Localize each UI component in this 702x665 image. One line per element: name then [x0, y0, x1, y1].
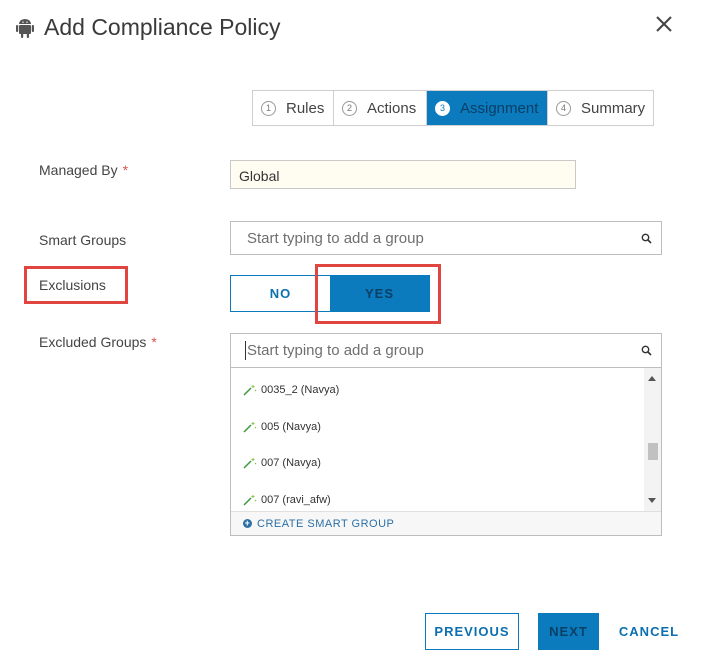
- list-item[interactable]: 005 (Navya): [243, 421, 321, 433]
- group-results-dropdown: 0035_2 (Navya) 005 (Navya) 007 (Navya) 0…: [230, 368, 662, 536]
- smart-groups-search-input[interactable]: Start typing to add a group: [230, 221, 662, 255]
- required-marker: *: [151, 334, 157, 350]
- managed-by-label-text: Managed By: [39, 162, 118, 178]
- scroll-down-arrow-icon[interactable]: [648, 498, 656, 503]
- plus-circle-icon: +: [243, 518, 252, 528]
- smart-groups-placeholder: Start typing to add a group: [247, 230, 424, 247]
- step-summary[interactable]: 4 Summary: [548, 91, 653, 125]
- dialog-title: Add Compliance Policy: [44, 14, 281, 40]
- search-icon: [641, 233, 652, 244]
- step-label: Summary: [581, 99, 646, 117]
- exclusions-label: Exclusions: [39, 277, 106, 293]
- step-number: 2: [342, 100, 357, 116]
- step-actions[interactable]: 2 Actions: [334, 91, 427, 125]
- step-assignment[interactable]: 3 Assignment: [427, 91, 548, 125]
- list-item-label: 007 (Navya): [261, 457, 321, 469]
- smart-groups-label: Smart Groups: [39, 232, 127, 248]
- smart-group-icon: [243, 458, 257, 469]
- step-label: Actions: [367, 99, 417, 117]
- excluded-groups-label-text: Excluded Groups: [39, 334, 147, 350]
- next-button[interactable]: NEXT: [538, 613, 599, 650]
- smart-group-icon: [243, 385, 257, 396]
- android-icon: [16, 19, 34, 38]
- scrollbar-thumb[interactable]: [648, 443, 658, 460]
- smart-group-icon: [243, 495, 257, 506]
- list-item[interactable]: 007 (ravi_afw): [243, 494, 331, 506]
- step-number: 1: [261, 100, 276, 116]
- group-results-list: 0035_2 (Navya) 005 (Navya) 007 (Navya) 0…: [231, 368, 644, 511]
- cancel-button[interactable]: CANCEL: [615, 613, 683, 650]
- list-item[interactable]: 0035_2 (Navya): [243, 384, 339, 396]
- create-smart-group-label: CREATE SMART GROUP: [257, 517, 395, 530]
- list-item[interactable]: 007 (Navya): [243, 457, 321, 469]
- list-item-label: 007 (ravi_afw): [261, 494, 331, 506]
- list-item-label: 005 (Navya): [261, 421, 321, 433]
- managed-by-label: Managed By *: [39, 162, 128, 178]
- text-cursor: [245, 341, 246, 360]
- step-number: 3: [435, 100, 450, 116]
- step-label: Rules: [286, 99, 325, 117]
- required-marker: *: [122, 162, 129, 178]
- list-item-label: 0035_2 (Navya): [261, 384, 340, 396]
- create-smart-group-link[interactable]: + CREATE SMART GROUP: [231, 511, 661, 535]
- step-label: Assignment: [460, 99, 539, 117]
- excluded-groups-search-input[interactable]: Start typing to add a group: [230, 333, 662, 368]
- close-icon[interactable]: [652, 12, 676, 36]
- previous-button[interactable]: PREVIOUS: [425, 613, 519, 650]
- managed-by-field[interactable]: Global: [230, 160, 576, 189]
- results-scrollbar[interactable]: [644, 368, 661, 511]
- search-icon: [641, 345, 652, 356]
- yes-option-highlight: [315, 264, 441, 324]
- step-rules[interactable]: 1 Rules: [253, 91, 334, 125]
- scroll-up-arrow-icon[interactable]: [648, 376, 656, 381]
- excluded-groups-placeholder: Start typing to add a group: [247, 342, 424, 359]
- excluded-groups-label: Excluded Groups *: [39, 334, 157, 350]
- step-number: 4: [556, 100, 571, 116]
- smart-group-icon: [243, 422, 257, 433]
- wizard-stepper: 1 Rules 2 Actions 3 Assignment 4 Summary: [252, 90, 654, 126]
